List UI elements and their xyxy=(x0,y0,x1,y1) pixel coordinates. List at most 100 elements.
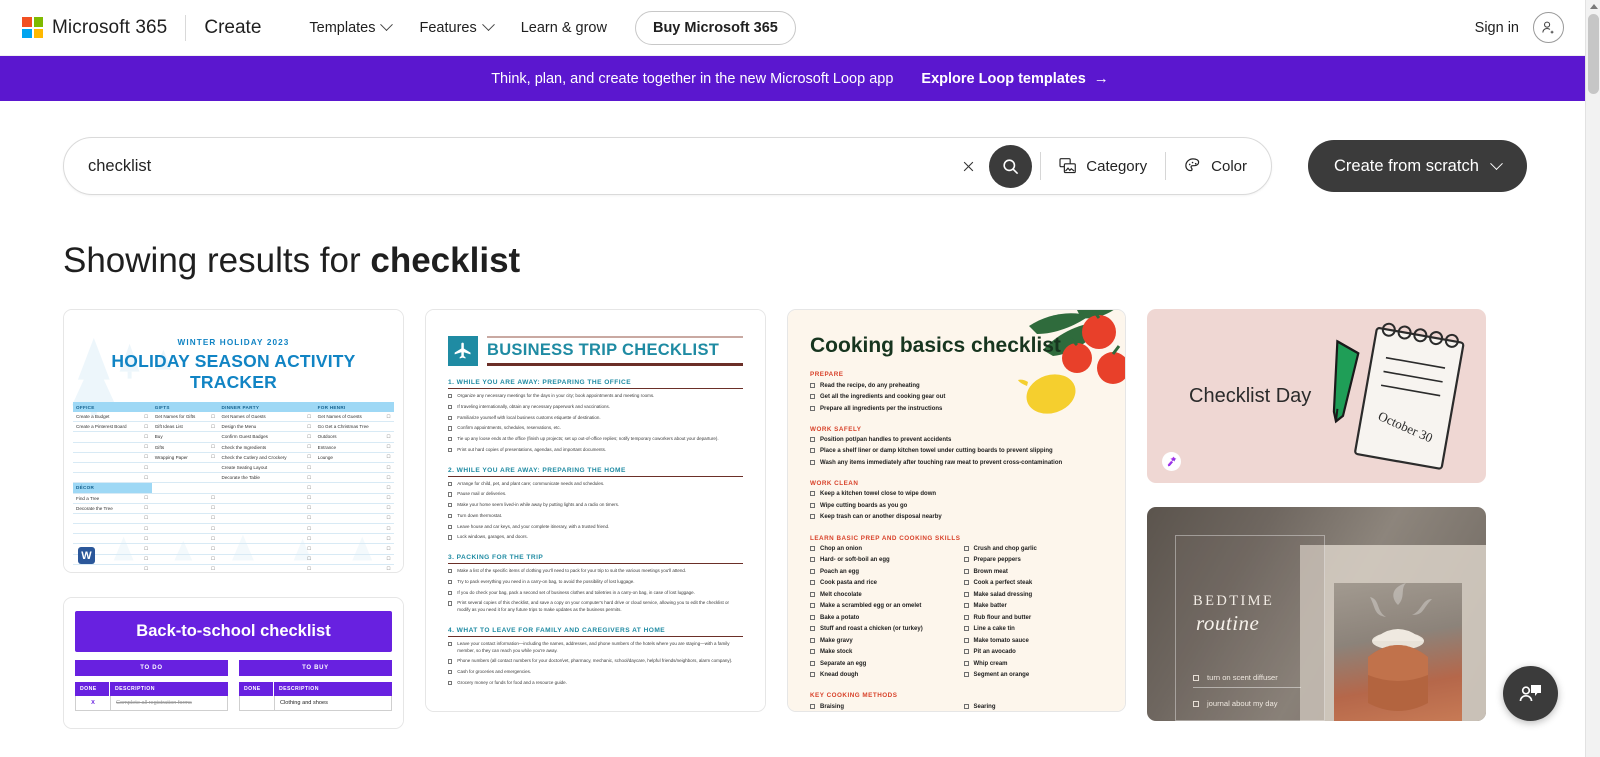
scroll-up-arrow-icon[interactable] xyxy=(1589,4,1598,9)
checkbox-cell: ☐ xyxy=(207,421,219,433)
checkbox-icon xyxy=(963,580,969,586)
checkbox-icon xyxy=(810,637,815,643)
item-text: Segment an orange xyxy=(973,672,1030,679)
item-text: Cook a perfect steak xyxy=(973,580,1033,587)
grid-column-2: BUSINESS TRIP CHECKLIST 1. WHILE YOU ARE… xyxy=(425,309,766,712)
col-header-gifts: GIFTS xyxy=(151,402,219,412)
checkbox-cell: ☐ xyxy=(140,462,152,474)
checkbox-cell: ☐ xyxy=(303,442,315,453)
scrollbar-thumb[interactable] xyxy=(1588,14,1599,94)
checkbox-icon xyxy=(448,426,453,431)
category-filter-button[interactable]: Category xyxy=(1041,151,1165,182)
nav-item-templates[interactable]: Templates xyxy=(295,12,405,44)
page-scrollbar[interactable] xyxy=(1585,0,1600,757)
list-item: Crush and chop garlic xyxy=(963,545,1104,553)
list-item: Make batter xyxy=(963,602,1104,610)
back-to-school-table-headers: DONE DESCRIPTION DONE DESCRIPTION xyxy=(75,682,392,696)
results-query: checklist xyxy=(370,241,521,280)
table-row: ☐ Buy Confirm Guest Badges ☐ Outdoors ☐ xyxy=(73,431,394,443)
microsoft-365-logo[interactable]: Microsoft 365 xyxy=(22,17,167,39)
checkbox-icon xyxy=(810,626,815,632)
checkbox-cell: ☐ xyxy=(383,462,394,474)
template-card-back-to-school-checklist[interactable]: Back-to-school checklist TO DO TO BUY DO… xyxy=(63,597,404,729)
checkbox-icon xyxy=(963,568,969,574)
clear-search-icon[interactable] xyxy=(953,151,983,181)
list-item: Try to pack everything you need in a car… xyxy=(448,579,743,586)
list-item: Organize any necessary meetings for the … xyxy=(448,393,743,400)
checkbox-icon xyxy=(963,557,969,563)
checkbox-cell: ☐ xyxy=(207,442,219,453)
holiday-card-body: WINTER HOLIDAY 2023 HOLIDAY SEASON ACTIV… xyxy=(64,310,403,572)
template-card-cooking-basics-checklist[interactable]: Cooking basics checklist PREPARE Read th… xyxy=(787,309,1126,712)
checkbox-cell xyxy=(207,462,219,474)
nav-label-templates: Templates xyxy=(309,19,376,36)
chevron-down-icon xyxy=(1490,156,1503,170)
item-text: Try to pack everything you need in a car… xyxy=(457,578,635,584)
search-submit-button[interactable] xyxy=(989,144,1033,188)
checkbox-icon xyxy=(448,535,453,540)
item-text: Place a shelf liner or damp kitchen towe… xyxy=(820,448,1053,455)
template-card-holiday-season-activity-tracker[interactable]: WINTER HOLIDAY 2023 HOLIDAY SEASON ACTIV… xyxy=(63,309,404,573)
feedback-button[interactable] xyxy=(1503,666,1558,721)
checkbox-icon xyxy=(963,672,969,678)
color-filter-button[interactable]: Color xyxy=(1166,150,1265,182)
cell: Create a Pinterest Board xyxy=(73,421,141,433)
cell: Decorate the Tree xyxy=(73,503,141,514)
person-add-icon[interactable] xyxy=(1533,12,1564,43)
table-row: Decorate the Tree ☐ ☐ ☐ ☐ xyxy=(73,503,394,514)
buy-microsoft-365-button[interactable]: Buy Microsoft 365 xyxy=(634,10,796,45)
cell: Get Names of Guests xyxy=(314,412,383,423)
list-item: Leave your contact information—including… xyxy=(448,641,743,655)
cell: Gifts xyxy=(151,442,208,453)
methods-columns: Braising Roasting Baking Searing Grillin… xyxy=(810,699,1103,711)
checkbox-cell: ☐ xyxy=(140,493,152,504)
template-card-bedtime-routine[interactable]: BEDTIME routine turn on scent diffuser j… xyxy=(1147,507,1486,721)
sign-in-link[interactable]: Sign in xyxy=(1475,20,1519,36)
word-app-icon: W xyxy=(78,547,95,564)
item-text: Make tomato sauce xyxy=(973,637,1029,644)
item-text: Poach an egg xyxy=(820,568,860,575)
list-item: Melt chocolate xyxy=(810,591,950,599)
explore-loop-templates-link[interactable]: Explore Loop templates → xyxy=(921,70,1108,87)
checkbox-icon xyxy=(1193,674,1199,681)
cell: Create Seating Layout xyxy=(218,462,304,474)
item-text: Keep a kitchen towel close to wipe down xyxy=(820,491,937,498)
checkbox-icon xyxy=(963,626,969,632)
item-text: If you do check your bag, pack a second … xyxy=(457,589,695,595)
checkbox-icon xyxy=(448,579,453,585)
cell xyxy=(314,493,383,504)
list-item: Place a shelf liner or damp kitchen towe… xyxy=(810,447,1103,455)
item-text: Lock windows, garages, and doors. xyxy=(457,534,528,540)
nav-label-features: Features xyxy=(419,19,477,36)
cell: Find a Tree xyxy=(73,493,141,504)
list-item: Keep a kitchen towel close to wipe down xyxy=(810,490,1103,498)
item-text: Make your home seem lived-in while away … xyxy=(457,502,620,507)
table-header-to-do: DONE DESCRIPTION xyxy=(75,682,228,696)
item-text: Confirm appointments, schedules, reserva… xyxy=(457,425,561,431)
search-input[interactable] xyxy=(88,156,954,176)
checkbox-cell: ☐ xyxy=(207,503,219,514)
item-text: Organize any necessary meetings for the … xyxy=(457,393,655,398)
checkbox-cell: ☐ xyxy=(303,431,315,443)
checkbox-icon xyxy=(448,492,453,497)
list-item: Make a scrambled egg or an omelet xyxy=(810,602,950,610)
nav-item-learn-grow[interactable]: Learn & grow xyxy=(507,12,621,44)
checkbox-icon xyxy=(810,382,815,388)
create-from-scratch-button[interactable]: Create from scratch xyxy=(1308,140,1527,192)
checkbox-cell: ☐ xyxy=(383,482,394,494)
template-card-checklist-day[interactable]: Checklist Day October 30 xyxy=(1147,309,1486,483)
item-text: Make a scrambled egg or an omelet xyxy=(820,603,922,610)
checkbox-icon xyxy=(810,459,815,465)
divider-line xyxy=(1193,687,1301,688)
nav-item-features[interactable]: Features xyxy=(405,12,506,44)
template-card-business-trip-checklist[interactable]: BUSINESS TRIP CHECKLIST 1. WHILE YOU ARE… xyxy=(425,309,766,712)
item-text: Separate an egg xyxy=(820,660,867,667)
checkbox-cell: ☐ xyxy=(383,503,394,514)
checkbox-icon xyxy=(810,649,815,655)
table-row: ☐ ☐ ☐ ☐ xyxy=(73,533,394,545)
list-item: Bake a potato xyxy=(810,614,950,622)
product-label[interactable]: Create xyxy=(204,17,261,39)
checkbox-cell: ☐ xyxy=(207,493,219,504)
back-to-school-card-body: Back-to-school checklist TO DO TO BUY DO… xyxy=(64,598,403,728)
list-item: Stuff and roast a chicken (or turkey) xyxy=(810,625,950,633)
